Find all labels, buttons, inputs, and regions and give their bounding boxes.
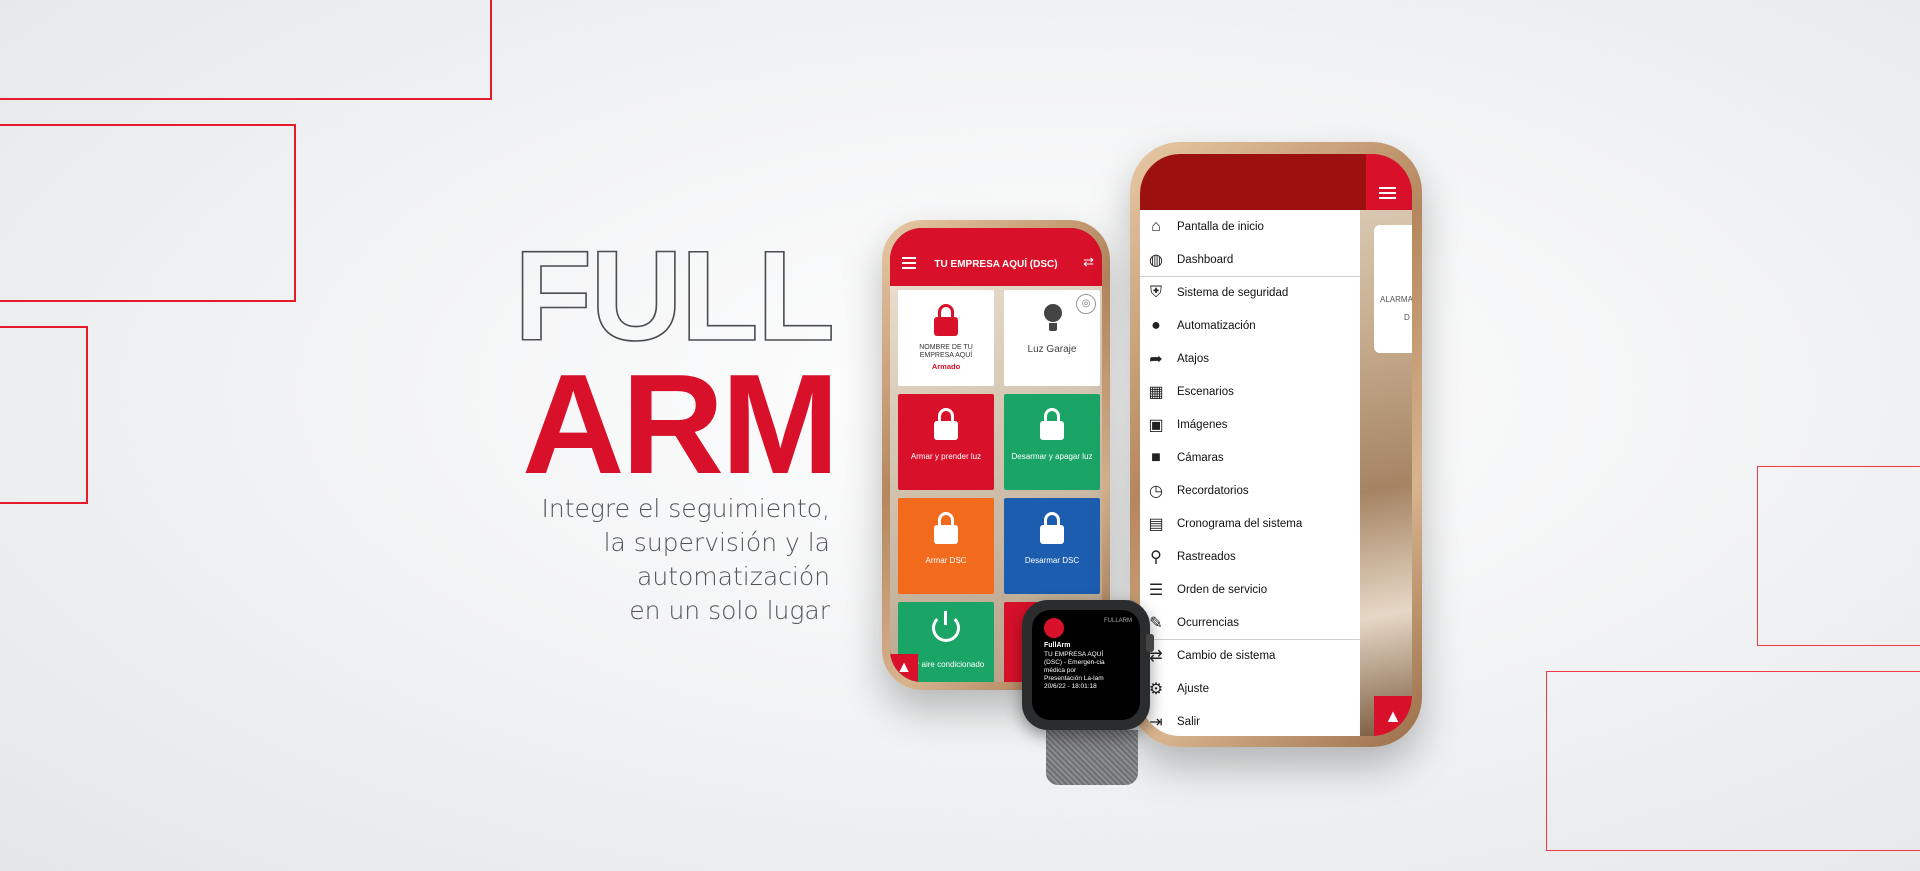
status-tile[interactable]: NOMBRE DE TU EMPRESA AQUÍ Armado (898, 290, 994, 386)
calendar-icon: ▤ (1148, 515, 1164, 533)
decor-frame-2 (0, 124, 296, 302)
shield-icon: ⛨ (1149, 283, 1162, 301)
menu-item-security[interactable]: ⛨ Sistema de seguridad (1140, 276, 1360, 309)
tagline: Integre el seguimiento, la supervisión y… (500, 492, 830, 628)
lock-icon (934, 512, 958, 544)
menu-item-logout[interactable]: ⇥ Salir (1140, 705, 1360, 736)
menu-item-change-system[interactable]: ⇄ Cambio de sistema (1140, 639, 1360, 672)
lock-icon (934, 304, 958, 336)
smartwatch: FULLARM FullArm TU EMPRESA AQUÍ (DSC) - … (1020, 600, 1160, 790)
menu-item-label: Rastreados (1177, 550, 1236, 563)
company-name: NOMBRE DE TU EMPRESA AQUÍ (919, 344, 973, 359)
menu-item-cameras[interactable]: ■ Cámaras (1140, 441, 1360, 474)
dashboard-icon: ◍ (1149, 251, 1163, 269)
menu-item-shortcuts[interactable]: ➦ Atajos (1140, 342, 1360, 375)
logo-arm: ARM (522, 345, 839, 504)
camera-badge-icon: ◎ (1076, 294, 1096, 314)
tagline-line-1: Integre el seguimiento, (541, 494, 830, 523)
notification-message: TU EMPRESA AQUÍ (DSC) - Emergen-cia médi… (1044, 651, 1105, 690)
lock-icon (934, 408, 958, 440)
bulb-icon (1044, 304, 1062, 332)
unlock-icon (1040, 408, 1064, 440)
watch-case: FULLARM FullArm TU EMPRESA AQUÍ (DSC) - … (1022, 600, 1154, 730)
home-icon: ⌂ (1151, 217, 1161, 235)
image-icon: ▣ (1148, 416, 1164, 434)
watch-crown (1146, 634, 1154, 652)
decor-frame-4 (1757, 466, 1920, 646)
menu-item-label: Ocurrencias (1177, 616, 1239, 629)
phone-menu-screen: ALARMA D ⌂ Pantalla de inicio ◍ Dashboar… (1140, 154, 1412, 736)
alert-warning-icon[interactable]: ▲ (890, 654, 918, 682)
menu-item-schedule[interactable]: ▤ Cronograma del sistema (1140, 507, 1360, 540)
menu-item-occurrences[interactable]: ✎ Ocurrencias (1140, 606, 1360, 639)
menu-item-dashboard[interactable]: ◍ Dashboard (1140, 243, 1360, 276)
menu-item-home[interactable]: ⌂ Pantalla de inicio (1140, 210, 1360, 243)
unlock-icon (1040, 512, 1064, 544)
tagline-line-2: la supervisión y la (603, 528, 830, 557)
menu-item-label: Pantalla de inicio (1177, 220, 1264, 233)
menu-item-service-order[interactable]: ☰ Orden de servicio (1140, 573, 1360, 606)
decor-frame-5 (1546, 671, 1920, 851)
menu-item-label: Orden de servicio (1177, 583, 1268, 596)
menu-item-label: Cámaras (1177, 451, 1224, 464)
clock-icon: ◷ (1149, 482, 1163, 500)
arm-dsc-tile[interactable]: Armar DSC (898, 498, 994, 594)
status-label: Armado (931, 362, 961, 371)
video-camera-icon: ■ (1151, 448, 1161, 466)
swap-icon[interactable]: ⇄ (1083, 254, 1094, 270)
menu-item-label: Ajuste (1177, 682, 1209, 695)
disarm-dsc-label: Desarmar DSC (1024, 556, 1080, 565)
hamburger-menu-icon[interactable] (1366, 154, 1412, 210)
map-pin-icon: ⚲ (1150, 548, 1162, 566)
disarm-light-label: Desarmar y apagar luz (1011, 452, 1093, 461)
menu-item-label: Cambio de sistema (1177, 649, 1276, 662)
arm-dsc-label: Armar DSC (925, 556, 967, 565)
logo-full: FULL (514, 240, 836, 352)
garage-light-label: Luz Garaje (1027, 344, 1077, 355)
app-logo-icon (1044, 618, 1064, 638)
menu-item-settings[interactable]: ⚙ Ajuste (1140, 672, 1360, 705)
menu-item-label: Imágenes (1177, 418, 1228, 431)
menu-item-tracked[interactable]: ⚲ Rastreados (1140, 540, 1360, 573)
disarm-light-tile[interactable]: Desarmar y apagar luz (1004, 394, 1100, 490)
arm-light-tile[interactable]: Armar y prender luz (898, 394, 994, 490)
power-icon (932, 611, 960, 642)
menu-item-label: Dashboard (1177, 253, 1234, 266)
menu-item-label: Sistema de seguridad (1177, 286, 1289, 299)
notification-app: FullArm (1044, 642, 1071, 649)
alert-warning-icon[interactable]: ▲ (1374, 696, 1412, 736)
menu-item-label: Escenarios (1177, 385, 1234, 398)
watch-notification[interactable]: FULLARM FullArm TU EMPRESA AQUÍ (DSC) - … (1032, 610, 1140, 720)
tagline-line-4: en un solo lugar (629, 596, 830, 625)
menu-item-label: Cronograma del sistema (1177, 517, 1303, 530)
app-header: TU EMPRESA AQUÍ (DSC) ⇄ (890, 228, 1102, 286)
header-title: TU EMPRESA AQUÍ (DSC) (934, 259, 1058, 270)
tagline-line-3: automatización (637, 562, 830, 591)
svg-text:FULL: FULL (514, 240, 833, 352)
garage-light-tile[interactable]: ◎ Luz Garaje (1004, 290, 1100, 386)
menu-item-label: Automatización (1177, 319, 1256, 332)
menu-item-automation[interactable]: ● Automatización (1140, 309, 1360, 342)
menu-item-reminders[interactable]: ◷ Recordatorios (1140, 474, 1360, 507)
alarm-card-text-2: D (1404, 313, 1410, 322)
list-icon: ☰ (1148, 581, 1164, 599)
menu-item-scenes[interactable]: ▦ Escenarios (1140, 375, 1360, 408)
menu-item-images[interactable]: ▣ Imágenes (1140, 408, 1360, 441)
phone-menu: ALARMA D ⌂ Pantalla de inicio ◍ Dashboar… (1130, 142, 1422, 747)
decor-frame-1 (0, 0, 492, 100)
watch-band-bottom (1046, 730, 1138, 785)
menu-item-label: Salir (1177, 715, 1201, 728)
decor-frame-3 (0, 326, 88, 504)
alarm-card-text: ALARMA (1380, 295, 1412, 304)
clapper-icon: ▦ (1148, 383, 1164, 401)
share-arrow-icon: ➦ (1149, 350, 1163, 368)
bulb-icon: ● (1151, 316, 1161, 334)
menu-item-label: Recordatorios (1177, 484, 1249, 497)
disarm-dsc-tile[interactable]: Desarmar DSC (1004, 498, 1100, 594)
arm-light-label: Armar y prender luz (910, 452, 982, 461)
menu-item-label: Atajos (1177, 352, 1209, 365)
watch-brand: FULLARM (1103, 618, 1132, 624)
alarm-card[interactable]: ALARMA D (1374, 225, 1412, 353)
navigation-drawer: ⌂ Pantalla de inicio ◍ Dashboard ⛨ Siste… (1140, 210, 1360, 736)
